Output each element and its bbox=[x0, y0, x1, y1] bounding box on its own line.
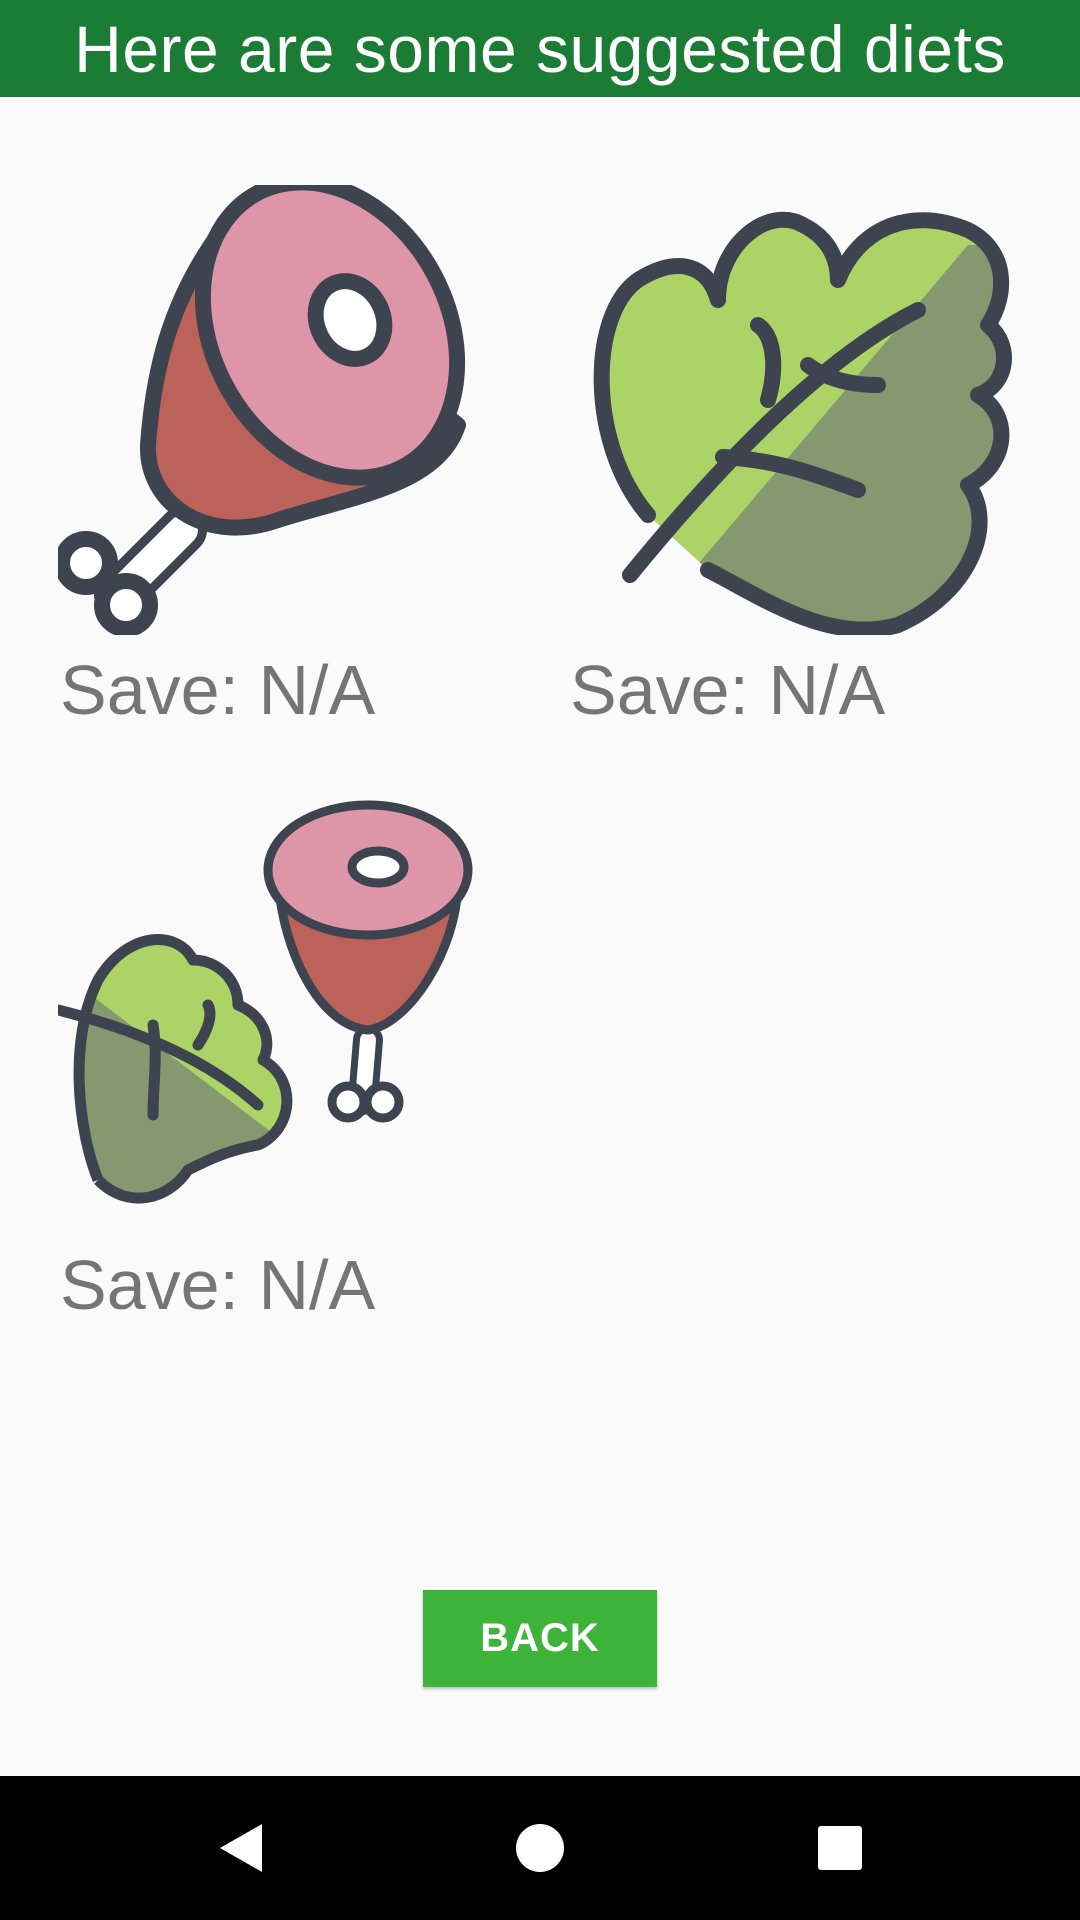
page-title: Here are some suggested diets bbox=[74, 11, 1006, 86]
nav-home-button[interactable] bbox=[450, 1776, 630, 1920]
ham-leg-icon bbox=[58, 185, 466, 635]
diet-save-label: Save: N/A bbox=[60, 651, 376, 729]
diet-save-label: Save: N/A bbox=[570, 651, 886, 729]
diet-save-label: Save: N/A bbox=[60, 1246, 376, 1324]
diet-card-meat[interactable]: Save: N/A bbox=[58, 185, 478, 729]
diet-card-mixed[interactable]: Save: N/A bbox=[58, 800, 488, 1330]
recents-square-icon bbox=[818, 1826, 862, 1870]
diet-card-vegetarian[interactable]: Save: N/A bbox=[568, 185, 1018, 729]
leaf-and-ham-icon bbox=[58, 800, 473, 1204]
nav-recents-button[interactable] bbox=[750, 1776, 930, 1920]
leaf-icon bbox=[593, 211, 1012, 635]
nav-back-button[interactable] bbox=[150, 1776, 330, 1920]
home-circle-icon bbox=[516, 1824, 564, 1872]
app-header: Here are some suggested diets bbox=[0, 0, 1080, 97]
back-button[interactable]: BACK bbox=[423, 1590, 657, 1687]
system-navigation-bar bbox=[0, 1776, 1080, 1920]
back-triangle-icon bbox=[220, 1824, 262, 1872]
